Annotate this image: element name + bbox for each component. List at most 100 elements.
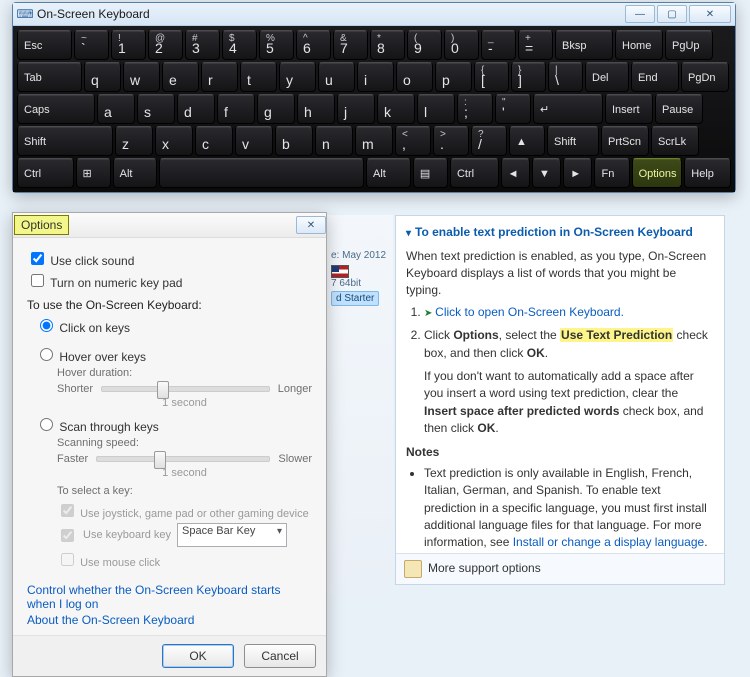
key-y[interactable]: y [279, 62, 316, 92]
key-shift[interactable]: Shift [547, 126, 599, 156]
key-b[interactable]: b [275, 126, 313, 156]
key-c[interactable]: c [195, 126, 233, 156]
key-g[interactable]: g [257, 94, 295, 124]
osk-titlebar[interactable]: ⌨ On-Screen Keyboard — ▢ ✕ [13, 3, 735, 26]
options-close-button[interactable]: ✕ [296, 216, 326, 234]
key-alt[interactable]: Alt [366, 158, 411, 188]
key-8[interactable]: 8* [370, 30, 405, 60]
key-v[interactable]: v [235, 126, 273, 156]
key-1[interactable]: 1! [111, 30, 146, 60]
key-[interactable]: ◄ [501, 158, 530, 188]
key-e[interactable]: e [162, 62, 199, 92]
help-title[interactable]: To enable text prediction in On-Screen K… [406, 224, 714, 242]
key-esc[interactable]: Esc [17, 30, 72, 60]
key-[interactable]: ;: [457, 94, 493, 124]
more-support[interactable]: More support options [396, 553, 724, 584]
display-language-link[interactable]: Install or change a display language [513, 535, 704, 549]
cancel-button[interactable]: Cancel [244, 644, 316, 668]
maximize-button[interactable]: ▢ [657, 5, 687, 23]
numeric-keypad-input[interactable] [31, 274, 44, 287]
key-q[interactable]: q [84, 62, 121, 92]
key-w[interactable]: w [123, 62, 160, 92]
key-d[interactable]: d [177, 94, 215, 124]
key-[interactable]: '" [495, 94, 531, 124]
key-3[interactable]: 3# [185, 30, 220, 60]
key-6[interactable]: 6^ [296, 30, 331, 60]
options-titlebar[interactable]: Options ✕ [13, 213, 326, 238]
key-o[interactable]: o [396, 62, 433, 92]
key-pgdn[interactable]: PgDn [681, 62, 729, 92]
about-link[interactable]: About the On-Screen Keyboard [27, 613, 194, 627]
key-fn[interactable]: Fn [594, 158, 629, 188]
key-[interactable]: ▲ [509, 126, 545, 156]
key-home[interactable]: Home [615, 30, 663, 60]
key-tab[interactable]: Tab [17, 62, 82, 92]
key-prtscn[interactable]: PrtScn [601, 126, 649, 156]
key-s[interactable]: s [137, 94, 175, 124]
key-5[interactable]: 5% [259, 30, 294, 60]
key-0[interactable]: 0) [444, 30, 479, 60]
minimize-button[interactable]: — [625, 5, 655, 23]
key-ctrl[interactable]: Ctrl [450, 158, 499, 188]
key-pause[interactable]: Pause [655, 94, 703, 124]
key-[interactable]: \| [548, 62, 583, 92]
key-p[interactable]: p [435, 62, 472, 92]
key-n[interactable]: n [315, 126, 353, 156]
ok-button[interactable]: OK [162, 644, 234, 668]
key-9[interactable]: 9( [407, 30, 442, 60]
key-j[interactable]: j [337, 94, 375, 124]
logon-link[interactable]: Control whether the On-Screen Keyboard s… [27, 583, 280, 611]
scan-through-keys-radio[interactable]: Scan through keys [35, 415, 312, 434]
key-help[interactable]: Help [684, 158, 731, 188]
key-r[interactable]: r [201, 62, 238, 92]
key-scrlk[interactable]: ScrLk [651, 126, 699, 156]
key-[interactable]: ↵ [533, 94, 603, 124]
key-caps[interactable]: Caps [17, 94, 95, 124]
key-options[interactable]: Options [632, 158, 683, 188]
key-pgup[interactable]: PgUp [665, 30, 713, 60]
key-a[interactable]: a [97, 94, 135, 124]
key-4[interactable]: 4$ [222, 30, 257, 60]
key-u[interactable]: u [318, 62, 355, 92]
key-[interactable]: ⊞ [76, 158, 111, 188]
hover-over-keys-radio[interactable]: Hover over keys [35, 345, 312, 364]
use-click-sound-input[interactable] [31, 252, 44, 265]
key-[interactable] [159, 158, 364, 188]
key-[interactable]: ]} [511, 62, 546, 92]
key-m[interactable]: m [355, 126, 393, 156]
key-x[interactable]: x [155, 126, 193, 156]
key-insert[interactable]: Insert [605, 94, 653, 124]
open-osk-link[interactable]: Click to open On-Screen Keyboard. [424, 305, 624, 319]
scan-through-keys-input[interactable] [40, 418, 53, 431]
key-[interactable]: ,< [395, 126, 431, 156]
key-h[interactable]: h [297, 94, 335, 124]
key-ctrl[interactable]: Ctrl [17, 158, 74, 188]
key-[interactable]: -_ [481, 30, 516, 60]
key-del[interactable]: Del [585, 62, 629, 92]
key-[interactable]: ▼ [532, 158, 561, 188]
key-t[interactable]: t [240, 62, 277, 92]
numeric-keypad-checkbox[interactable]: Turn on numeric key pad [27, 271, 312, 290]
key-end[interactable]: End [631, 62, 679, 92]
key-[interactable]: ▤ [413, 158, 448, 188]
key-[interactable]: `~ [74, 30, 109, 60]
key-7[interactable]: 7& [333, 30, 368, 60]
key-[interactable]: .> [433, 126, 469, 156]
key-z[interactable]: z [115, 126, 153, 156]
key-l[interactable]: l [417, 94, 455, 124]
hover-over-keys-input[interactable] [40, 348, 53, 361]
key-f[interactable]: f [217, 94, 255, 124]
key-bksp[interactable]: Bksp [555, 30, 613, 60]
key-i[interactable]: i [357, 62, 394, 92]
key-[interactable]: =+ [518, 30, 553, 60]
close-button[interactable]: ✕ [689, 5, 731, 23]
click-on-keys-radio[interactable]: Click on keys [35, 316, 312, 335]
click-on-keys-input[interactable] [40, 319, 53, 332]
key-[interactable]: [{ [474, 62, 509, 92]
key-k[interactable]: k [377, 94, 415, 124]
key-[interactable]: ► [563, 158, 592, 188]
key-[interactable]: /? [471, 126, 507, 156]
key-alt[interactable]: Alt [113, 158, 158, 188]
use-click-sound-checkbox[interactable]: Use click sound [27, 249, 312, 268]
key-2[interactable]: 2@ [148, 30, 183, 60]
